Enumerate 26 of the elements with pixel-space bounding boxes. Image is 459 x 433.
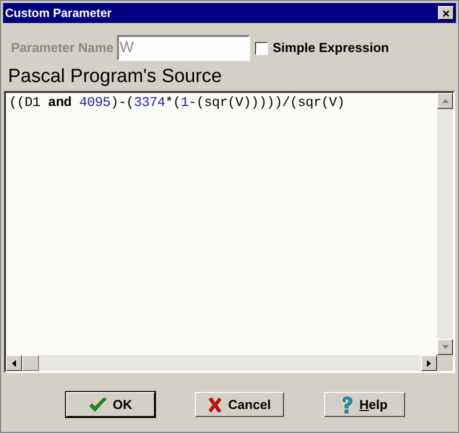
up-arrow-icon	[442, 99, 448, 103]
horizontal-scrollbar[interactable]	[6, 355, 437, 371]
scrollbar-corner	[437, 355, 453, 371]
down-arrow-icon	[442, 345, 448, 349]
close-button[interactable]: ×	[438, 6, 454, 20]
cross-icon	[208, 396, 222, 412]
left-arrow-icon	[12, 360, 16, 366]
window-title: Custom Parameter	[5, 5, 112, 22]
checkbox[interactable]	[254, 42, 268, 54]
ok-button[interactable]: OK	[66, 392, 155, 417]
vertical-scrollbar[interactable]	[437, 93, 453, 355]
cancel-button[interactable]: Cancel	[195, 392, 284, 417]
source-editor[interactable]: ((D1 and 4095)-(3374*(1-(sqr(V)))))/(sqr(V)	[4, 91, 455, 373]
scroll-up-button[interactable]	[437, 93, 453, 109]
scroll-down-button[interactable]	[437, 339, 453, 355]
checkbox-label[interactable]: Simple Expression	[272, 38, 389, 58]
right-arrow-icon	[427, 360, 431, 366]
field-label: Parameter Name	[11, 39, 114, 58]
help-button[interactable]: Help	[324, 392, 405, 417]
question-mark-icon	[341, 396, 354, 414]
scroll-right-button[interactable]	[421, 355, 437, 371]
check-icon	[88, 396, 107, 412]
source-line: ((D1 and 4095)-(3374*(1-(sqr(V)))))/(sqr(V)	[9, 95, 346, 113]
section-title: Pascal Program's Source	[8, 66, 223, 88]
scroll-thumb[interactable]	[22, 355, 39, 371]
scroll-left-button[interactable]	[6, 355, 22, 371]
